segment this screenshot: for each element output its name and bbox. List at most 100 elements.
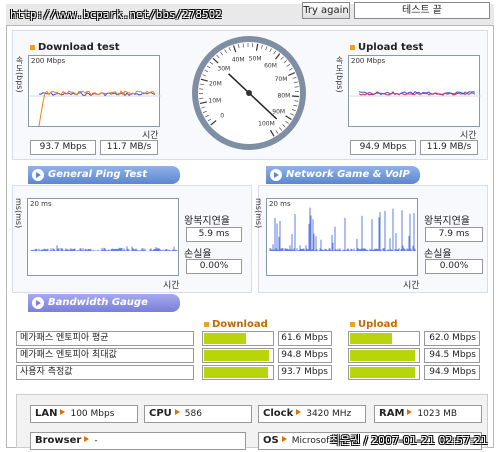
download-bar [202, 331, 274, 346]
speed-gauge: 0 10M 20M 30M40M 50M60M 70M 80M 90M 100M [192, 36, 306, 150]
gauge-tick-label: 10M [208, 97, 221, 104]
arrow-right-icon [281, 436, 287, 442]
gauge-tick-label: 50M [249, 56, 262, 63]
ping-xaxis-label: 시간 [163, 281, 180, 291]
game-rtt-label: 왕복지연율 [424, 216, 470, 227]
ping-rtt-value: 5.9 ms [186, 227, 242, 242]
upload-bar-value: 94.9 Mbps [424, 365, 480, 380]
cpu-info: CPU 586 [144, 405, 252, 423]
game-loss-label: 손실율 [424, 249, 452, 260]
ping-loss-value: 0.00% [186, 259, 242, 274]
author-watermark: 최운권 / 2007-01-21 02:57:21 [330, 434, 488, 447]
gauge-tick-label: 80M [277, 92, 290, 99]
bandwidth-gauge-title: Bandwidth Gauge [48, 297, 148, 308]
upload-bar [348, 365, 420, 380]
arrow-right-icon [60, 409, 66, 415]
clock-info: Clock 3420 MHz [258, 405, 366, 423]
game-rtt-value: 7.9 ms [425, 227, 483, 242]
gauge-tick-label: 20M [209, 80, 222, 87]
bandwidth-row-label: 메가패스 엔토피아 평균 [16, 331, 194, 346]
arrow-right-icon [270, 169, 282, 181]
os-value: Microsof [291, 436, 330, 446]
network-game-voip-test-header[interactable]: Network Game & VoIP Test [266, 166, 420, 198]
gauge-tick-label: 0 [220, 113, 224, 120]
arrow-right-icon [174, 409, 180, 415]
arrow-right-icon [296, 409, 302, 415]
upload-bar [348, 331, 420, 346]
ram-key: RAM [379, 408, 405, 419]
bandwidth-row-label: 사용자 측정값 [16, 365, 194, 380]
bandwidth-gauge-header[interactable]: Bandwidth Gauge [28, 294, 180, 312]
gauge-tick-label: 90M [272, 109, 285, 116]
download-mbps-value: 93.7 Mbps [30, 140, 96, 155]
upload-bar [348, 348, 420, 363]
clock-key: Clock [263, 408, 294, 419]
download-bar-fill [204, 367, 268, 378]
gauge-tick-label: 60M [264, 62, 277, 69]
url-watermark: http://www.bcpark.net/bbs/278502 [10, 8, 222, 21]
download-bar-value: 61.6 Mbps [278, 331, 332, 346]
ping-loss-label: 손실율 [184, 249, 212, 260]
download-graph: 200 Mbps [28, 55, 161, 127]
bandwidth-upload-head: Upload [350, 319, 397, 330]
download-bar-fill [204, 333, 246, 344]
lan-key: LAN [35, 408, 58, 419]
general-ping-test-header[interactable]: General Ping Test [28, 166, 180, 184]
gauge-tick-label: 40M [232, 57, 245, 64]
upload-graph-svg [349, 90, 481, 97]
lan-info: LAN 100 Mbps [30, 405, 138, 423]
clock-value: 3420 MHz [306, 409, 352, 419]
gauge-tick-label: 30M [217, 66, 230, 73]
ping-rtt-label: 왕복지연율 [184, 216, 230, 227]
upload-test-label: Upload test [350, 42, 423, 53]
ping-graph: 20 ms [27, 198, 179, 276]
browser-key: Browser [35, 435, 82, 446]
download-bar [202, 348, 274, 363]
upload-series-line-2 [358, 92, 476, 96]
upload-mbs-value: 11.9 MB/s [420, 140, 478, 155]
game-loss-value: 0.00% [425, 259, 483, 274]
upload-bar-value: 94.5 Mbps [424, 348, 480, 363]
try-again-button[interactable]: Try again [302, 2, 350, 19]
ping-graph-svg [30, 245, 178, 251]
upload-bar-fill [350, 367, 415, 378]
download-yaxis-label: 속도(bps) [15, 56, 24, 93]
cpu-value: 586 [184, 409, 202, 419]
download-bar-fill [204, 350, 269, 361]
upload-bar-value: 62.0 Mbps [424, 331, 480, 346]
upload-bar-fill [350, 333, 392, 344]
bandwidth-row-label: 메가패스 엔토피아 최대값 [16, 348, 194, 363]
arrow-right-icon [84, 436, 90, 442]
upload-mbps-value: 94.9 Mbps [350, 140, 416, 155]
general-ping-test-title: General Ping Test [48, 169, 148, 180]
download-bar [202, 365, 274, 380]
lan-value: 100 Mbps [70, 409, 115, 419]
game-xaxis-label: 시간 [403, 281, 420, 291]
status-box: 테스트 끝 [354, 2, 490, 19]
gauge-tick [291, 95, 299, 98]
ram-info: RAM 1023 MB [374, 405, 482, 423]
bandwidth-download-head: Download [204, 319, 268, 330]
game-yaxis-label: ms(ms) [254, 198, 263, 229]
gauge-tick-label: 70M [275, 76, 288, 83]
download-graph-svg [29, 89, 161, 127]
ram-value: 1023 MB [417, 409, 458, 419]
upload-bar-fill [350, 350, 415, 361]
gauge-tick-label: 100M [258, 120, 275, 127]
gauge-hub [246, 90, 252, 96]
arrow-right-icon [32, 169, 44, 181]
download-mbs-value: 11.7 MB/s [100, 140, 158, 155]
arrow-right-icon [32, 297, 44, 309]
game-graph-svg [269, 207, 417, 251]
arrow-right-icon [407, 409, 413, 415]
upload-graph: 200 Mbps [348, 55, 481, 127]
browser-info: Browser - [30, 432, 246, 450]
download-bar-value: 93.7 Mbps [278, 365, 332, 380]
game-graph: 20 ms [266, 198, 418, 276]
upload-yaxis-label: 속도(bps) [335, 56, 344, 93]
cpu-key: CPU [149, 408, 172, 419]
download-bar-value: 94.8 Mbps [278, 348, 332, 363]
os-key: OS [263, 435, 279, 446]
download-test-label: Download test [30, 42, 120, 53]
ping-yaxis-label: ms(ms) [14, 198, 23, 229]
